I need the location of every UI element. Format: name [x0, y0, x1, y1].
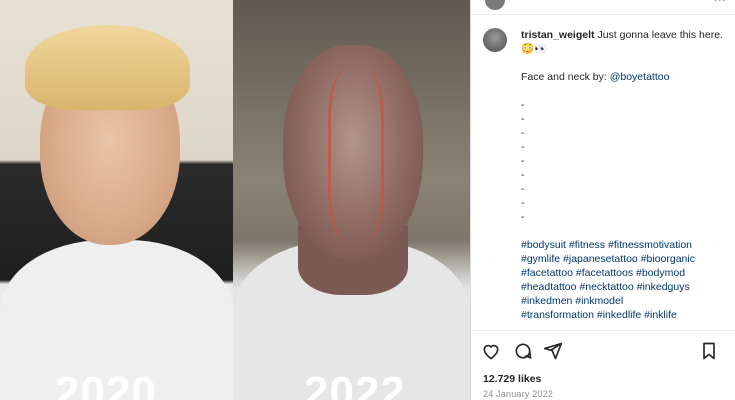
dash-line: -: [521, 183, 525, 195]
share-icon[interactable]: [543, 341, 563, 361]
dash-line: -: [521, 127, 525, 139]
after-year-label: 2022: [304, 368, 406, 400]
more-options-icon[interactable]: •••: [713, 0, 726, 6]
hashtag-link[interactable]: #inkedmen: [521, 295, 572, 307]
dash-line: -: [521, 169, 525, 181]
hashtag-link[interactable]: #bodysuit: [521, 239, 566, 251]
hashtag-link[interactable]: #necktattoo: [579, 281, 633, 293]
hashtag-link[interactable]: #inklife: [644, 309, 677, 321]
comment-icon[interactable]: [513, 341, 533, 361]
hashtag-link[interactable]: #inkedlife: [597, 309, 641, 321]
dash-line: -: [521, 141, 525, 153]
bookmark-icon[interactable]: [699, 341, 719, 361]
hashtag-line: #facetattoo #facetattoos #bodymod: [521, 266, 731, 280]
hashtag-link[interactable]: #facetattoo: [521, 267, 573, 279]
hashtag-line: #transformation #inkedlife #inklife: [521, 308, 731, 322]
hashtag-link[interactable]: #inkedguys: [637, 281, 690, 293]
dash-line: -: [521, 113, 525, 125]
hashtag-line: #gymlife #japanesetattoo #bioorganic: [521, 252, 731, 266]
hashtag-link[interactable]: #facetattoos: [576, 267, 633, 279]
avatar[interactable]: [483, 28, 507, 52]
post-header: •••: [471, 0, 735, 15]
dash-line: -: [521, 99, 525, 111]
hashtag-link[interactable]: #bioorganic: [641, 253, 695, 265]
dash-line: -: [521, 211, 525, 223]
hashtag-line: #inkedmen #inkmodel: [521, 294, 731, 308]
hashtag-link[interactable]: #bodymod: [636, 267, 685, 279]
caption-text: tristan_weigelt Just gonna leave this he…: [521, 28, 731, 322]
hashtag-link[interactable]: #fitness: [569, 239, 605, 251]
heart-icon[interactable]: [481, 341, 501, 361]
before-year-label: 2020: [55, 368, 157, 400]
hashtag-list: #bodysuit #fitness #fitnessmotivation #gy…: [521, 238, 731, 322]
post-date: 24 January 2022: [483, 389, 554, 399]
after-face-tattoo: [328, 70, 384, 240]
header-avatar[interactable]: [485, 0, 505, 10]
like-count[interactable]: 12.729 likes: [483, 373, 541, 385]
credit-prefix: Face and neck by:: [521, 71, 610, 83]
hashtag-line: #headtattoo #necktattoo #inkedguys: [521, 280, 731, 294]
dash-line: -: [521, 197, 525, 209]
action-bar: [471, 330, 735, 369]
hashtag-link[interactable]: #transformation: [521, 309, 594, 321]
before-hair: [25, 25, 190, 110]
username-link[interactable]: tristan_weigelt: [521, 29, 595, 41]
dash-list: - - - - - - - - -: [521, 98, 731, 224]
photo-before: 2020: [0, 0, 233, 400]
credit-handle-link[interactable]: @boyetattoo: [610, 71, 670, 83]
dash-line: -: [521, 155, 525, 167]
hashtag-link[interactable]: #inkmodel: [575, 295, 623, 307]
hashtag-link[interactable]: #gymlife: [521, 253, 560, 265]
photo-after: 2022: [233, 0, 470, 400]
hashtag-link[interactable]: #headtattoo: [521, 281, 576, 293]
hashtag-link[interactable]: #fitnessmotivation: [608, 239, 692, 251]
post-side-panel: ••• tristan_weigelt Just gonna leave thi…: [470, 0, 735, 400]
post-photo[interactable]: 2020 2022: [0, 0, 470, 400]
hashtag-line: #bodysuit #fitness #fitnessmotivation: [521, 238, 731, 252]
hashtag-link[interactable]: #japanesetattoo: [563, 253, 638, 265]
